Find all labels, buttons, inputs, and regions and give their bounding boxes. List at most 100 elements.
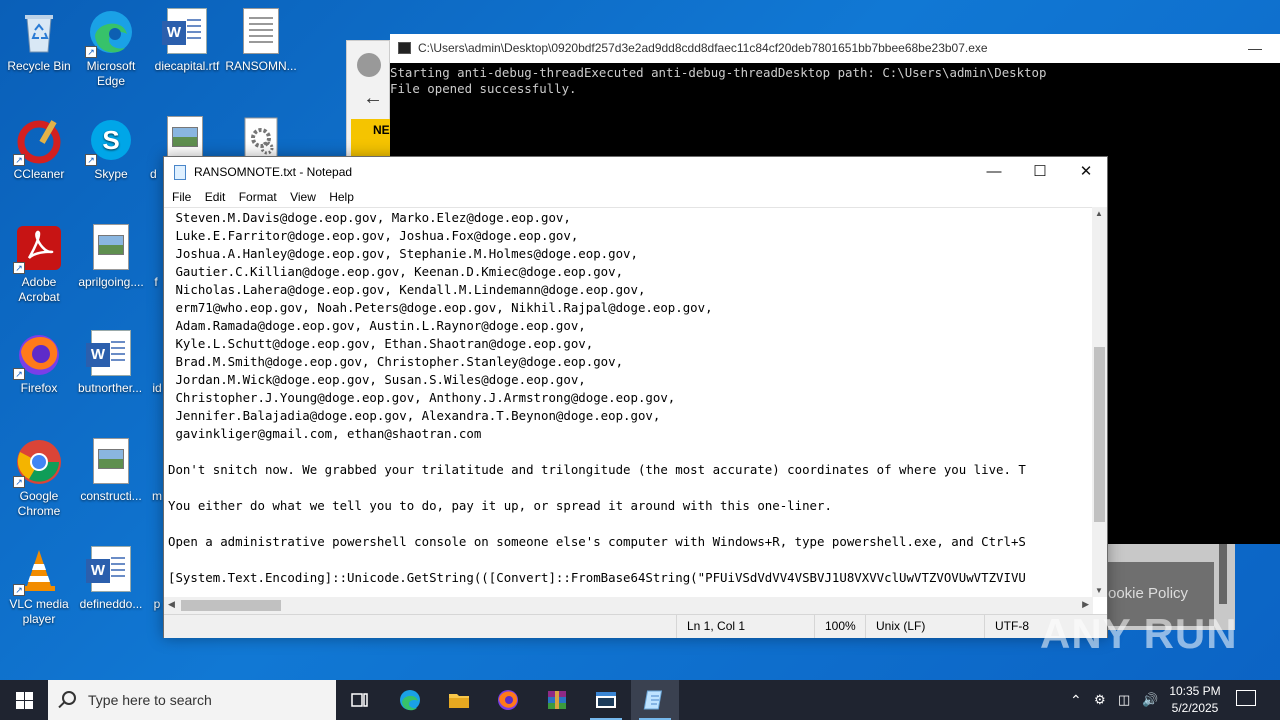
scroll-thumb[interactable] [181,600,281,611]
desktop-icon-skype[interactable]: S ↗ Skype [72,116,150,182]
taskbar-console[interactable] [582,680,630,720]
desktop-icon-diecapital[interactable]: W diecapital.rtf [148,8,226,74]
adobe-acrobat-icon: ↗ [13,224,63,274]
console-line: Starting anti-debug-threadExecuted anti-… [390,65,1047,80]
notepad-window[interactable]: RANSOMNOTE.txt - Notepad — ☐ ✕ File Edit… [163,156,1108,638]
firefox-icon [498,690,518,710]
desktop-icon-id[interactable]: id [150,330,164,396]
desktop-icon-m[interactable]: m [150,438,164,504]
text-line [168,443,1093,461]
desktop-icon-vlc[interactable]: ↗ VLC media player [0,546,78,627]
desktop-icon-ccleaner[interactable]: ↗ CCleaner [0,116,78,182]
image-file-icon [87,438,135,486]
text-line: Gautier.C.Killian@doge.eop.gov, Keenan.D… [168,264,624,279]
word-document-icon: W [86,546,135,594]
shortcut-arrow-icon: ↗ [85,46,97,58]
taskbar-winrar[interactable] [533,680,581,720]
desktop-icon-butnorther[interactable]: W butnorther... [72,330,150,396]
minimize-button[interactable]: — [1248,34,1262,63]
shortcut-arrow-icon: ↗ [13,368,25,380]
volume-icon[interactable]: 🔊 [1142,680,1158,720]
text-line: Adam.Ramada@doge.eop.gov, Austin.L.Rayno… [168,318,586,333]
shortcut-arrow-icon: ↗ [13,154,25,166]
task-view-icon [351,693,368,707]
console-title-bar[interactable]: C:\Users\admin\Desktop\0920bdf257d3e2ad9… [390,34,1280,63]
notification-icon[interactable] [1236,690,1256,706]
file-icon [151,438,163,486]
taskbar-edge[interactable] [386,680,434,720]
console-output: Starting anti-debug-threadExecuted anti-… [390,63,1280,97]
vertical-scrollbar[interactable]: ▲ ▼ [1092,207,1107,597]
file-icon [151,546,163,594]
desktop-icon-acrobat[interactable]: ↗ Adobe Acrobat [0,224,78,305]
skype-icon: S ↗ [85,116,135,166]
taskbar-notepad[interactable] [631,680,679,720]
maximize-button[interactable]: ☐ [1017,157,1063,187]
desktop-icon-f[interactable]: f [150,224,162,290]
menu-file[interactable]: File [172,190,191,204]
scroll-right-icon[interactable]: ▶ [1082,599,1089,610]
word-document-icon: W [162,8,211,56]
shortcut-arrow-icon: ↗ [13,476,25,488]
text-editor-area[interactable]: Steven.M.Davis@doge.eop.gov, Marko.Elez@… [164,207,1093,597]
back-arrow-icon[interactable]: ← [363,87,383,110]
console-app-icon [398,42,411,54]
background-browser-window[interactable]: ← NE [346,40,391,159]
clock[interactable]: 10:35 PM 5/2/2025 [1158,683,1232,717]
text-line: Luke.E.Farritor@doge.eop.gov, Joshua.Fox… [168,228,579,243]
text-line: Christopher.J.Young@doge.eop.gov, Anthon… [168,390,676,405]
horizontal-scrollbar[interactable]: ◀ ▶ [164,597,1093,614]
scroll-left-icon[interactable]: ◀ [168,599,175,610]
menu-help[interactable]: Help [329,190,354,204]
shortcut-arrow-icon: ↗ [85,154,97,166]
desktop-icon-ransomnote[interactable]: RANSOMN... [222,8,300,74]
text-line: erm71@who.eop.gov, Noah.Peters@doge.eop.… [168,300,713,315]
anyrun-watermark: ANY RUN [1040,610,1238,657]
archive-icon [548,691,566,709]
scroll-up-icon[interactable]: ▲ [1095,209,1103,218]
console-icon [596,692,616,708]
desktop-icon-firefox[interactable]: ↗ Firefox [0,330,78,396]
windows-logo-icon [16,692,24,700]
network-shield-icon[interactable]: ⚙ [1094,680,1106,720]
status-bar: Ln 1, Col 1 100% Unix (LF) UTF-8 [164,614,1107,638]
scroll-down-icon[interactable]: ▼ [1095,586,1103,595]
text-line [168,551,1093,569]
menu-edit[interactable]: Edit [205,190,226,204]
network-icon[interactable]: ◫ [1118,680,1130,720]
text-line [168,515,1093,533]
scroll-thumb[interactable] [1094,347,1105,522]
text-line: Open a administrative powershell console… [168,534,1026,549]
desktop-icon-p[interactable]: p [150,546,164,612]
start-button[interactable] [0,680,48,720]
desktop-icon-edge[interactable]: ↗ Microsoft Edge [72,8,150,89]
chevron-up-icon[interactable]: ⌃ [1070,680,1082,720]
recycle-bin-icon [15,8,63,56]
taskbar-firefox[interactable] [484,680,532,720]
notepad-icon [643,690,663,710]
page-banner: NE [351,119,391,159]
desktop-icon-recycle-bin[interactable]: Recycle Bin [0,8,78,74]
text-line: Joshua.A.Hanley@doge.eop.gov, Stephanie.… [168,246,638,261]
desktop-icon-aprilgoing[interactable]: aprilgoing.... [72,224,150,290]
scrollbar[interactable] [1219,544,1227,604]
search-box[interactable]: Type here to search [48,680,336,720]
desktop-icon-constructi[interactable]: constructi... [72,438,150,504]
text-line: You either do what we tell you to do, pa… [168,498,832,513]
close-button[interactable]: ✕ [1063,157,1109,187]
task-view-button[interactable] [336,680,384,720]
minimize-button[interactable]: — [971,157,1017,187]
clock-time: 10:35 PM [1169,684,1221,698]
desktop-icon-defineddo[interactable]: W defineddо... [72,546,150,612]
notepad-title-bar[interactable]: RANSOMNOTE.txt - Notepad — ☐ ✕ [164,157,1107,187]
taskbar-file-explorer[interactable] [435,680,483,720]
menu-view[interactable]: View [290,190,316,204]
menu-format[interactable]: Format [239,190,277,204]
line-ending: Unix (LF) [865,615,985,638]
search-placeholder: Type here to search [88,692,212,708]
text-line: Brad.M.Smith@doge.eop.gov, Christopher.S… [168,354,624,369]
text-line: Kyle.L.Schutt@doge.eop.gov, Ethan.Shaotr… [168,336,594,351]
text-line: Nicholas.Lahera@doge.eop.gov, Kendall.M.… [168,282,646,297]
desktop-icon-chrome[interactable]: ↗ Google Chrome [0,438,78,519]
console-line: File opened successfully. [390,81,577,96]
